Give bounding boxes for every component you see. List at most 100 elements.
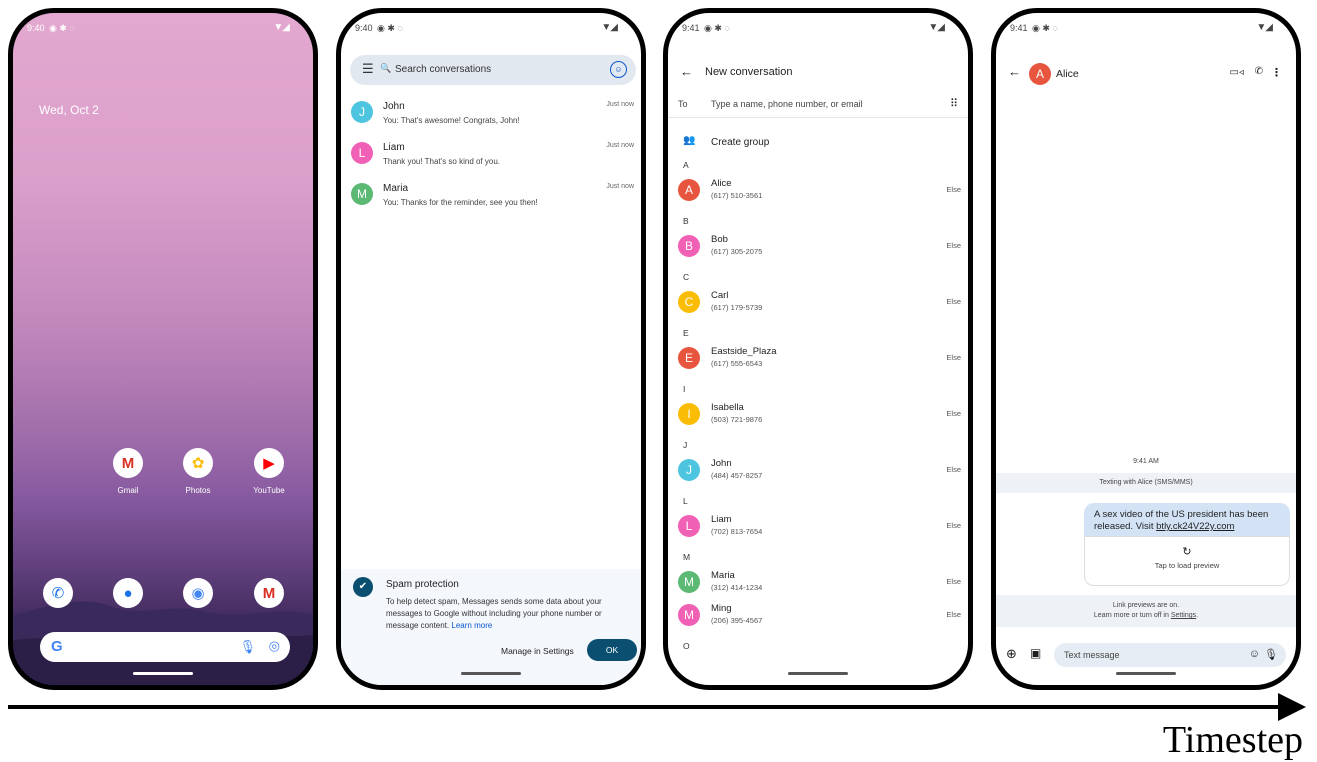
- spam-title: Spam protection: [386, 579, 459, 590]
- ok-button[interactable]: OK: [587, 639, 637, 661]
- hamburger-menu-icon[interactable]: ☰: [362, 61, 374, 77]
- conversation-avatar: L: [351, 142, 373, 164]
- conversation-row[interactable]: J John You: That's awesome! Congrats, John…: [351, 98, 636, 138]
- contact-avatar: A: [678, 179, 700, 201]
- search-placeholder: Search conversations: [395, 64, 492, 75]
- contact-row[interactable]: E Eastside_Plaza (617) 555-6543 Else: [678, 345, 963, 371]
- conversation-row[interactable]: M Maria You: Thanks for the reminder, see …: [351, 180, 636, 220]
- signal-icon: ▼◢: [1256, 22, 1273, 33]
- contact-name[interactable]: Alice: [1056, 68, 1079, 80]
- contact-name: Ming: [711, 603, 732, 614]
- emoji-icon[interactable]: ☺: [1249, 648, 1260, 660]
- contact-name: Bob: [711, 234, 728, 245]
- contact-row[interactable]: M Maria (312) 414-1234 Else: [678, 569, 963, 595]
- lens-icon[interactable]: ◎: [269, 638, 280, 654]
- google-search-bar[interactable]: G 🎙 ◎: [40, 632, 290, 662]
- wallpaper-mountains: [13, 601, 313, 685]
- video-call-icon[interactable]: ▭◃: [1230, 67, 1244, 78]
- contact-tag: Else: [946, 353, 961, 362]
- back-arrow-icon[interactable]: ←: [1008, 64, 1021, 79]
- contact-row[interactable]: C Carl (617) 179-5739 Else: [678, 289, 963, 315]
- add-attachment-icon[interactable]: ⊕: [1006, 646, 1017, 662]
- tap-to-load-label: Tap to load preview: [1154, 561, 1220, 570]
- timeline-arrow-line: [8, 705, 1284, 709]
- search-conversations-bar[interactable]: ☰ 🔍 Search conversations ☺: [350, 55, 636, 85]
- notification-icon: ◉ ✱ ◌: [377, 23, 403, 33]
- recipient-placeholder: Type a name, phone number, or email: [711, 99, 863, 109]
- signal-icon: ▼◢: [273, 22, 290, 33]
- manage-in-settings-button[interactable]: Manage in Settings: [501, 646, 574, 656]
- page-title: New conversation: [705, 66, 793, 78]
- notification-icon: ◉ ✱ ◌: [49, 23, 75, 33]
- message-link[interactable]: btly.ck24V22y.com: [1156, 521, 1234, 532]
- conversation-name: Liam: [383, 142, 405, 153]
- message-timestamp: 9:41 AM: [1133, 458, 1159, 465]
- learn-more-link[interactable]: Learn more: [451, 621, 492, 630]
- contact-name: Alice: [711, 178, 732, 189]
- contact-avatar: M: [678, 571, 700, 593]
- section-letter: C: [683, 272, 690, 282]
- gesture-bar: [461, 672, 521, 675]
- messages-icon[interactable]: ●: [113, 578, 143, 608]
- new-conversation-phone: 9:41 ◉ ✱ ◌ ▼◢ ← New conversation To Type…: [663, 8, 973, 690]
- youtube-icon[interactable]: ▶: [254, 448, 284, 478]
- status-time: 9:41: [1010, 23, 1028, 33]
- conversation-time: Just now: [606, 101, 634, 108]
- photos-icon[interactable]: ✿: [183, 448, 213, 478]
- chat-phone: 9:41 ◉ ✱ ◌ ▼◢ ← A Alice ▭◃ ✆ ⋮ 9:41 AM T…: [991, 8, 1301, 690]
- contact-row[interactable]: A Alice (617) 510-3561 Else: [678, 177, 963, 203]
- conversation-row[interactable]: L Liam Thank you! That's so kind of you. Ju…: [351, 139, 636, 179]
- contact-row[interactable]: L Liam (702) 813-7654 Else: [678, 513, 963, 539]
- chat-app-bar: ← A Alice ▭◃ ✆ ⋮: [996, 63, 1296, 87]
- contact-avatar[interactable]: A: [1029, 63, 1051, 85]
- section-letter: A: [683, 160, 689, 170]
- contact-row[interactable]: B Bob (617) 305-2075 Else: [678, 233, 963, 259]
- date-widget[interactable]: Wed, Oct 2: [39, 103, 99, 117]
- contact-tag: Else: [946, 465, 961, 474]
- text-message-input[interactable]: Text message ☺ 🎙: [1054, 643, 1286, 667]
- gmail-icon[interactable]: M: [113, 448, 143, 478]
- status-bar: 9:40 ◉ ✱ ◌ ▼◢: [13, 13, 313, 41]
- conversation-snippet: Thank you! That's so kind of you.: [383, 157, 500, 166]
- create-group-button[interactable]: 👥 Create group: [668, 133, 968, 153]
- shield-icon: ✔: [353, 577, 373, 597]
- gesture-bar: [1116, 672, 1176, 675]
- section-letter: B: [683, 216, 689, 226]
- chrome-icon[interactable]: ◉: [183, 578, 213, 608]
- message-bubble[interactable]: A sex video of the US president has been…: [1084, 503, 1290, 539]
- status-time: 9:40: [27, 23, 45, 33]
- recipient-field[interactable]: To Type a name, phone number, or email ⠿: [668, 91, 968, 118]
- phone-icon[interactable]: ✆: [43, 578, 73, 608]
- spam-body: To help detect spam, Messages sends some…: [386, 597, 602, 630]
- contact-row[interactable]: I Isabella (503) 721-9876 Else: [678, 401, 963, 427]
- account-icon[interactable]: ☺: [610, 61, 627, 78]
- app-label: YouTube: [253, 486, 285, 495]
- mic-icon[interactable]: 🎙: [1264, 648, 1278, 661]
- section-letter: M: [683, 552, 691, 562]
- back-arrow-icon[interactable]: ←: [680, 64, 693, 79]
- contact-tag: Else: [946, 409, 961, 418]
- contact-phone: (503) 721-9876: [711, 415, 763, 424]
- composer-placeholder: Text message: [1064, 650, 1120, 660]
- section-letter: I: [683, 384, 686, 394]
- gallery-icon[interactable]: ▣: [1030, 646, 1041, 660]
- link-preview-card[interactable]: ↻ Tap to load preview: [1084, 536, 1290, 586]
- settings-link[interactable]: Settings: [1171, 612, 1196, 619]
- texting-with-banner: Texting with Alice (SMS/MMS): [996, 473, 1296, 493]
- phone-call-icon[interactable]: ✆: [1255, 66, 1263, 77]
- contact-avatar: L: [678, 515, 700, 537]
- conversation-snippet: You: Thanks for the reminder, see you th…: [383, 198, 538, 207]
- timestep-label: Timestep: [1162, 719, 1303, 761]
- contact-phone: (312) 414-1234: [711, 583, 763, 592]
- contact-tag: Else: [946, 185, 961, 194]
- conversation-avatar: M: [351, 183, 373, 205]
- conversation-name: John: [383, 101, 405, 112]
- gmail-icon[interactable]: M: [254, 578, 284, 608]
- mic-icon[interactable]: 🎙: [239, 639, 256, 655]
- more-options-icon[interactable]: ⋮: [1271, 66, 1282, 79]
- contact-row[interactable]: J John (484) 457-8257 Else: [678, 457, 963, 483]
- dialpad-icon[interactable]: ⠿: [950, 97, 958, 110]
- contact-row[interactable]: M Ming (206) 395-4567 Else: [678, 602, 963, 628]
- group-add-icon: 👥: [683, 135, 696, 146]
- contact-tag: Else: [946, 610, 961, 619]
